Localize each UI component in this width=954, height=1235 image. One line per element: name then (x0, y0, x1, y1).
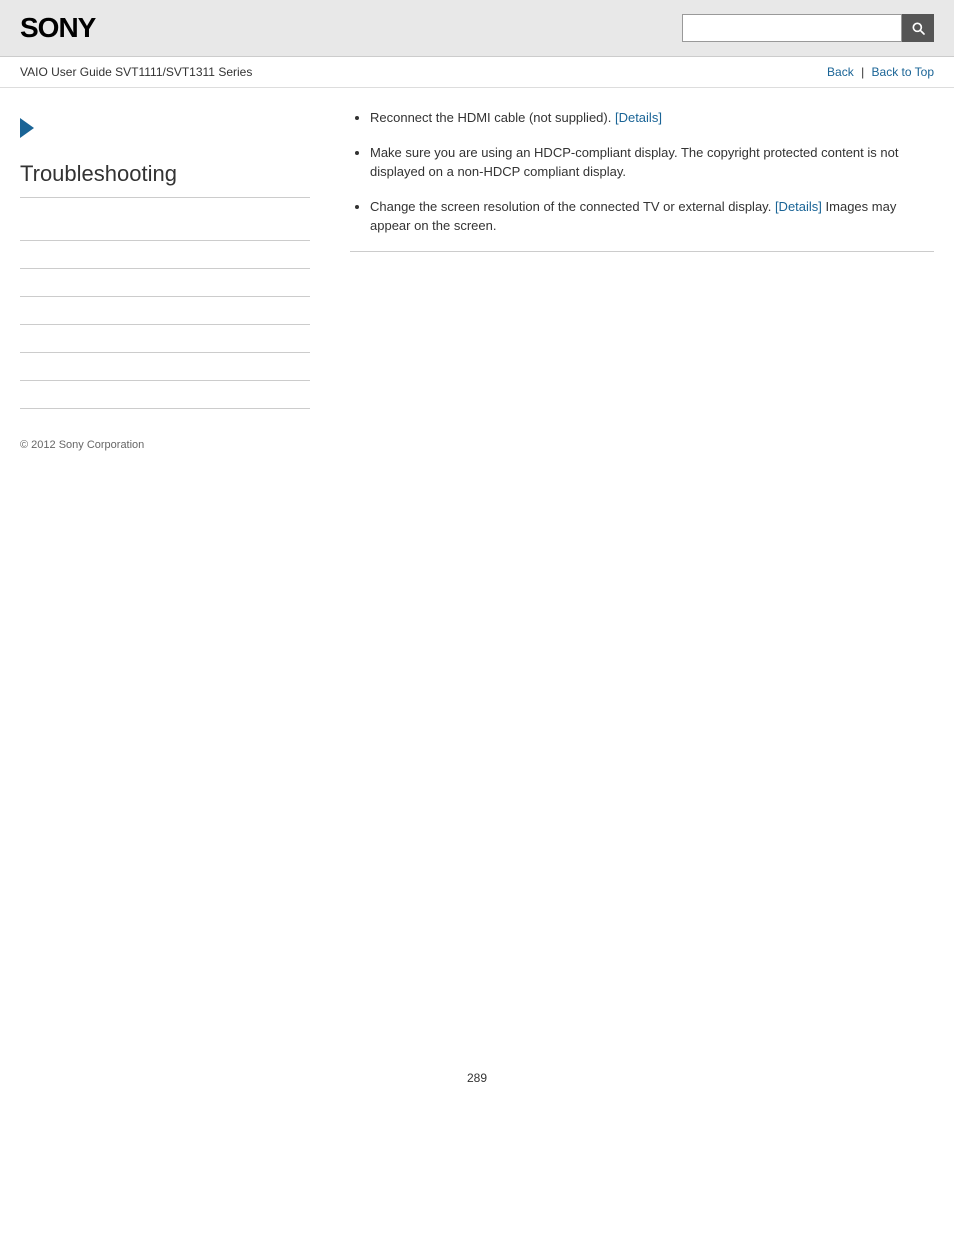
bullet3-text: Change the screen resolution of the conn… (370, 199, 775, 214)
guide-title: VAIO User Guide SVT1111/SVT1311 Series (20, 65, 252, 79)
page-number: 289 (467, 1071, 487, 1085)
bullet3-details-link[interactable]: [Details] (775, 199, 822, 214)
list-item (20, 269, 310, 297)
sidebar-title: Troubleshooting (20, 161, 310, 198)
content-area: Reconnect the HDMI cable (not supplied).… (330, 108, 934, 451)
search-input[interactable] (682, 14, 902, 42)
header-search-area (682, 14, 934, 42)
sony-logo: SONY (20, 12, 95, 44)
nav-separator: | (861, 65, 867, 79)
search-button[interactable] (902, 14, 934, 42)
content-list: Reconnect the HDMI cable (not supplied).… (350, 108, 934, 236)
back-link[interactable]: Back (827, 65, 854, 79)
list-item (20, 325, 310, 353)
sidebar-nav (20, 213, 310, 409)
sidebar: Troubleshooting © 2012 Sony Corporation (20, 108, 330, 451)
list-item (20, 381, 310, 409)
back-to-top-link[interactable]: Back to Top (872, 65, 934, 79)
list-item-1: Reconnect the HDMI cable (not supplied).… (370, 108, 934, 128)
chevron-right-icon (20, 118, 34, 138)
list-item (20, 241, 310, 269)
list-item (20, 213, 310, 241)
bullet2-text: Make sure you are using an HDCP-complian… (370, 145, 898, 180)
nav-bar: VAIO User Guide SVT1111/SVT1311 Series B… (0, 57, 954, 88)
list-item-3: Change the screen resolution of the conn… (370, 197, 934, 236)
bullet1-details-link[interactable]: [Details] (615, 110, 662, 125)
page-header: SONY (0, 0, 954, 57)
bullet1-text: Reconnect the HDMI cable (not supplied). (370, 110, 615, 125)
nav-links: Back | Back to Top (827, 65, 934, 79)
list-item-2: Make sure you are using an HDCP-complian… (370, 143, 934, 182)
page-footer: 289 (0, 1071, 954, 1105)
list-item (20, 297, 310, 325)
list-item (20, 353, 310, 381)
content-divider (350, 251, 934, 252)
search-icon (910, 20, 926, 36)
copyright: © 2012 Sony Corporation (20, 439, 310, 451)
main-content: Troubleshooting © 2012 Sony Corporation … (0, 88, 954, 471)
